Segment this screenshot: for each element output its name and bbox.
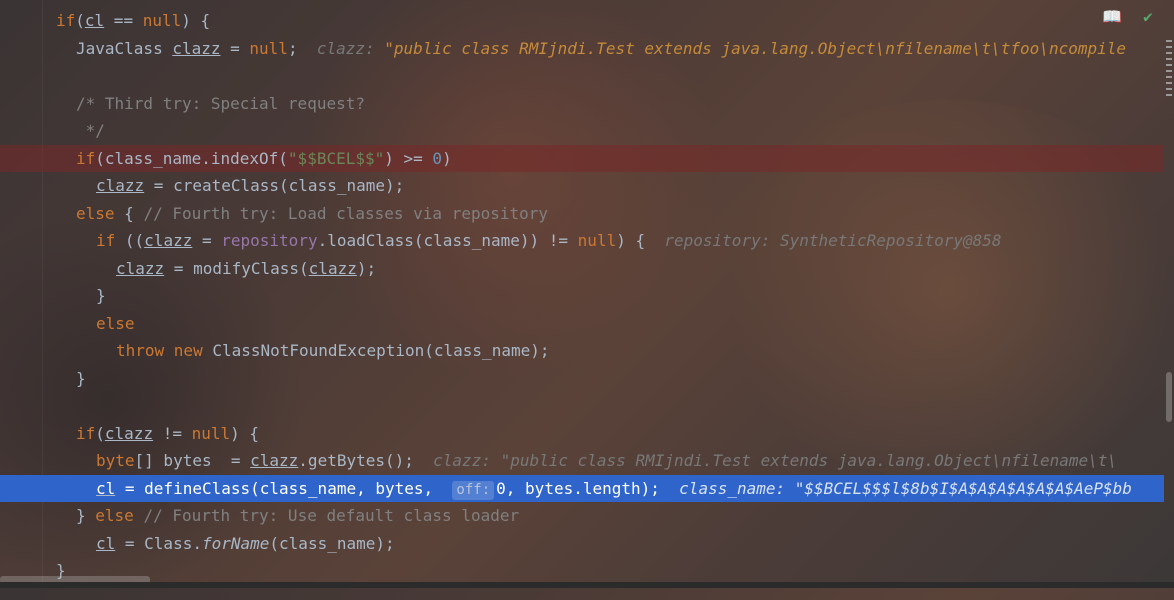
- execution-point-line[interactable]: cl = defineClass(class_name, bytes, off:…: [0, 474, 1164, 502]
- code-line[interactable]: else { // Fourth try: Load classes via r…: [0, 200, 1164, 228]
- code-line[interactable]: cl = Class.forName(class_name);: [0, 530, 1164, 558]
- code-line[interactable]: throw new ClassNotFoundException(class_n…: [0, 337, 1164, 365]
- code-line[interactable]: if(clazz != null) {: [0, 420, 1164, 448]
- code-line[interactable]: else: [0, 310, 1164, 338]
- code-line[interactable]: clazz = createClass(class_name);: [0, 172, 1164, 200]
- code-line[interactable]: clazz = modifyClass(clazz);: [0, 255, 1164, 283]
- inline-debug-hint: class_name: "$$BCEL$$$l$8b$I$A$A$A$A$A$A…: [679, 478, 1132, 498]
- code-line[interactable]: } else // Fourth try: Use default class …: [0, 502, 1164, 530]
- error-stripe: [1166, 40, 1172, 140]
- code-line[interactable]: byte[] bytes = clazz.getBytes(); clazz: …: [0, 447, 1164, 475]
- code-line[interactable]: }: [0, 557, 1164, 585]
- inline-debug-hint: clazz: "public class RMIjndi.Test extend…: [433, 451, 1118, 470]
- inline-debug-hint: clazz:: [316, 38, 375, 58]
- vertical-scroll-thumb[interactable]: [1166, 372, 1172, 422]
- code-line[interactable]: /* Third try: Special request?: [0, 90, 1164, 118]
- vertical-scrollbar[interactable]: [1164, 0, 1174, 588]
- code-line[interactable]: }: [0, 282, 1164, 310]
- code-line[interactable]: JavaClass clazz = null; clazz: "public c…: [0, 35, 1164, 63]
- parameter-name-hint: off:: [452, 480, 495, 500]
- code-line[interactable]: if ((clazz = repository.loadClass(class_…: [0, 227, 1164, 255]
- code-line-empty[interactable]: [0, 392, 1164, 420]
- inline-debug-hint: repository: SyntheticRepository@858: [664, 231, 1002, 250]
- inline-debug-value: "public class RMIjndi.Test extends java.…: [384, 38, 1127, 58]
- code-editor[interactable]: if(cl == null) { JavaClass clazz = null;…: [0, 7, 1164, 585]
- breakpoint-line[interactable]: if(class_name.indexOf("$$BCEL$$") >= 0): [0, 144, 1164, 172]
- code-line[interactable]: }: [0, 365, 1164, 393]
- code-line[interactable]: if(cl == null) {: [0, 7, 1164, 35]
- code-line[interactable]: */: [0, 117, 1164, 145]
- editor-bottom-edge: [0, 582, 1174, 588]
- code-line-empty[interactable]: [0, 62, 1164, 90]
